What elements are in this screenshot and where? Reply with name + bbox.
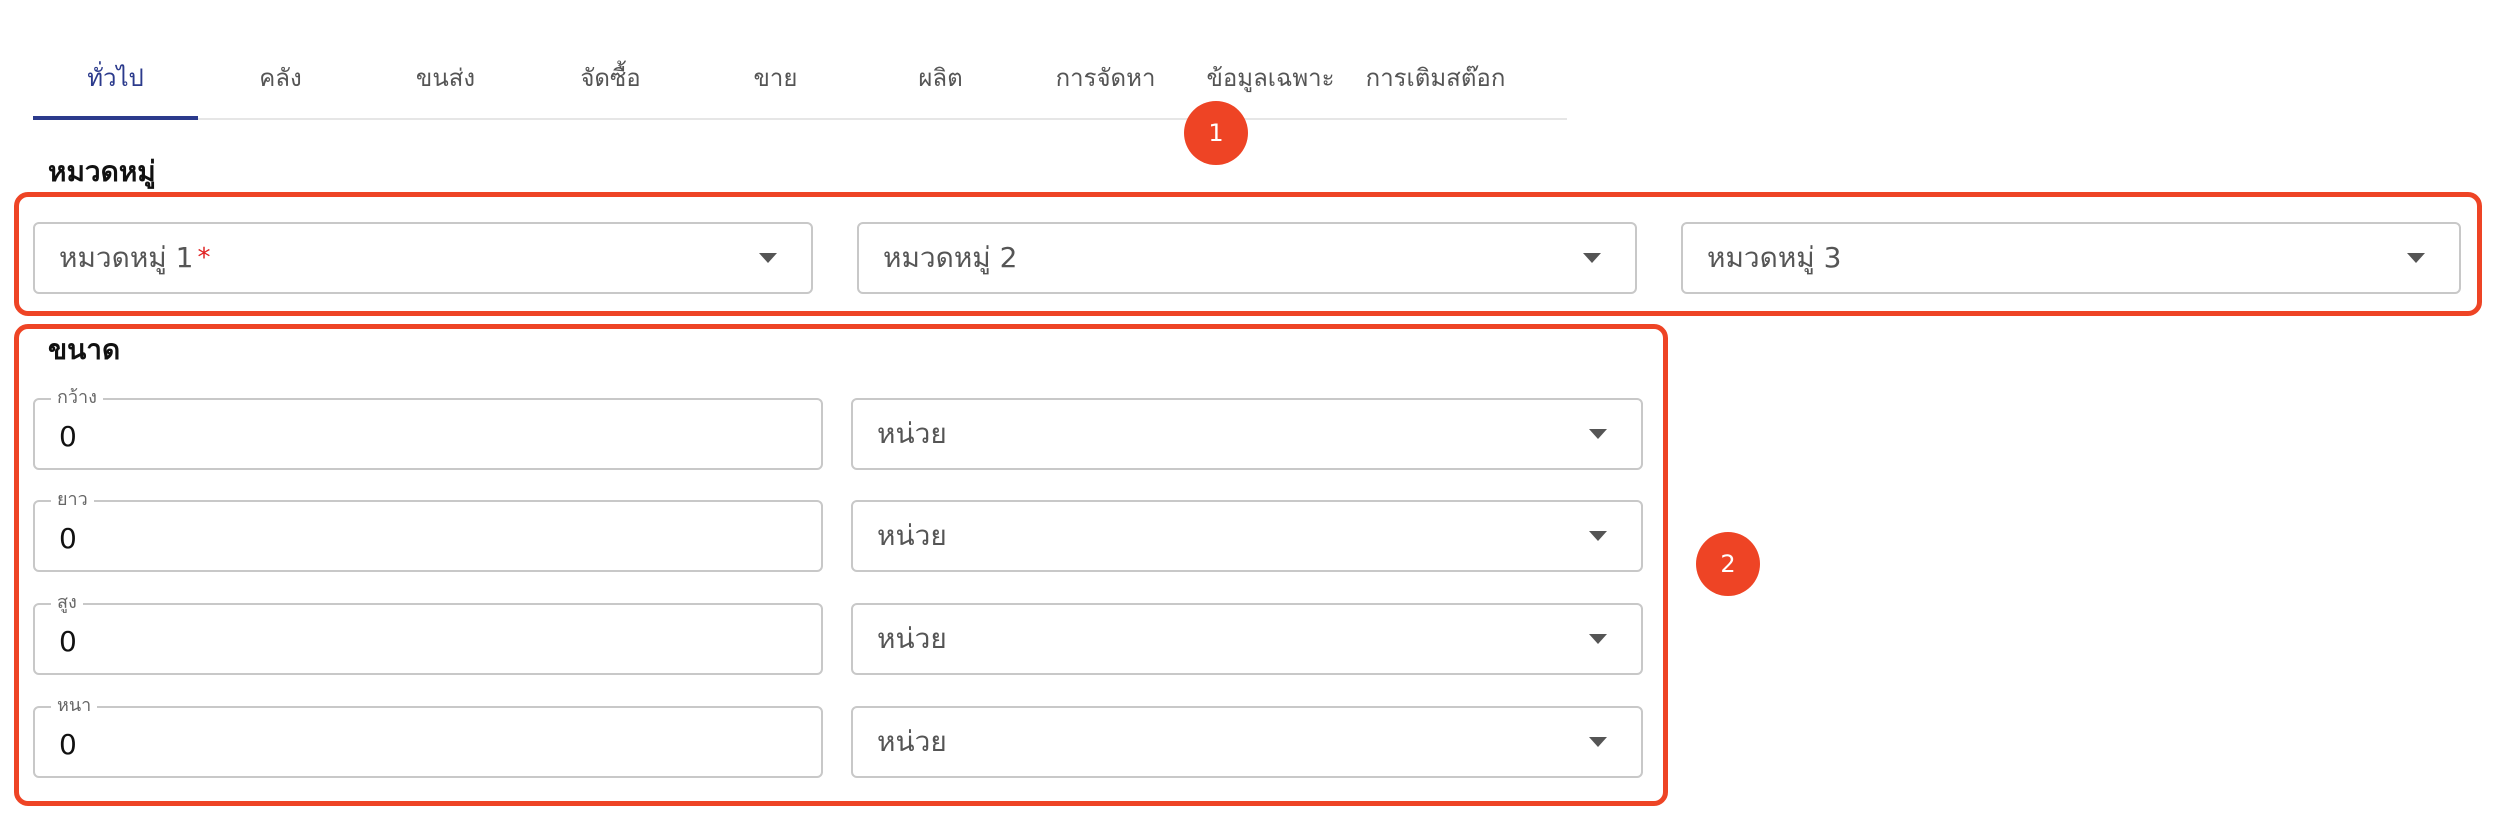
marker-1: 1 [1184, 101, 1248, 165]
width-unit-label: หน่วย [877, 417, 947, 450]
length-unit-label: หน่วย [877, 519, 947, 552]
caret-down-icon [759, 253, 777, 263]
category-2-select[interactable]: หมวดหมู่ 2 [857, 222, 1637, 294]
height-unit-select[interactable]: หน่วย [851, 603, 1643, 675]
length-field[interactable]: ยาว [33, 488, 823, 572]
height-label: สูง [51, 591, 83, 615]
width-input[interactable] [59, 419, 745, 453]
thickness-field[interactable]: หนา [33, 694, 823, 778]
height-input[interactable] [59, 624, 745, 658]
tab-purchasing[interactable]: จัดซื้อ [528, 40, 693, 118]
height-unit-label: หน่วย [877, 622, 947, 655]
length-input[interactable] [59, 521, 745, 555]
tab-procurement[interactable]: การจัดหา [1023, 40, 1188, 118]
width-unit-select[interactable]: หน่วย [851, 398, 1643, 470]
tab-sales[interactable]: ขาย [693, 40, 858, 118]
category-3-select[interactable]: หมวดหมู่ 3 [1681, 222, 2461, 294]
category-2-label: หมวดหมู่ 2 [883, 241, 1018, 274]
tab-general[interactable]: ทั่วไป [33, 40, 198, 120]
tab-shipping[interactable]: ขนส่ง [363, 40, 528, 118]
caret-down-icon [1589, 531, 1607, 541]
category-1-label: หมวดหมู่ 1 [59, 241, 194, 274]
caret-down-icon [1583, 253, 1601, 263]
thickness-label: หนา [51, 694, 98, 718]
tab-bar: ทั่วไป คลัง ขนส่ง จัดซื้อ ขาย ผลิต การจั… [33, 40, 1567, 120]
caret-down-icon [1589, 634, 1607, 644]
category-section-title: หมวดหมู่ [48, 155, 156, 188]
category-1-select[interactable]: หมวดหมู่ 1 * [33, 222, 813, 294]
caret-down-icon [2407, 253, 2425, 263]
tab-restock[interactable]: การเติมสต๊อก [1353, 40, 1518, 118]
required-mark: * [197, 243, 211, 273]
caret-down-icon [1589, 429, 1607, 439]
thickness-unit-label: หน่วย [877, 725, 947, 758]
tab-warehouse[interactable]: คลัง [198, 40, 363, 118]
category-3-label: หมวดหมู่ 3 [1707, 241, 1842, 274]
size-section-title: ขนาด [48, 333, 121, 366]
length-label: ยาว [51, 488, 94, 512]
height-field[interactable]: สูง [33, 591, 823, 675]
tab-production[interactable]: ผลิต [858, 40, 1023, 118]
caret-down-icon [1589, 737, 1607, 747]
width-label: กว้าง [51, 386, 103, 410]
width-field[interactable]: กว้าง [33, 386, 823, 470]
length-unit-select[interactable]: หน่วย [851, 500, 1643, 572]
thickness-input[interactable] [59, 727, 745, 761]
thickness-unit-select[interactable]: หน่วย [851, 706, 1643, 778]
marker-2: 2 [1696, 532, 1760, 596]
